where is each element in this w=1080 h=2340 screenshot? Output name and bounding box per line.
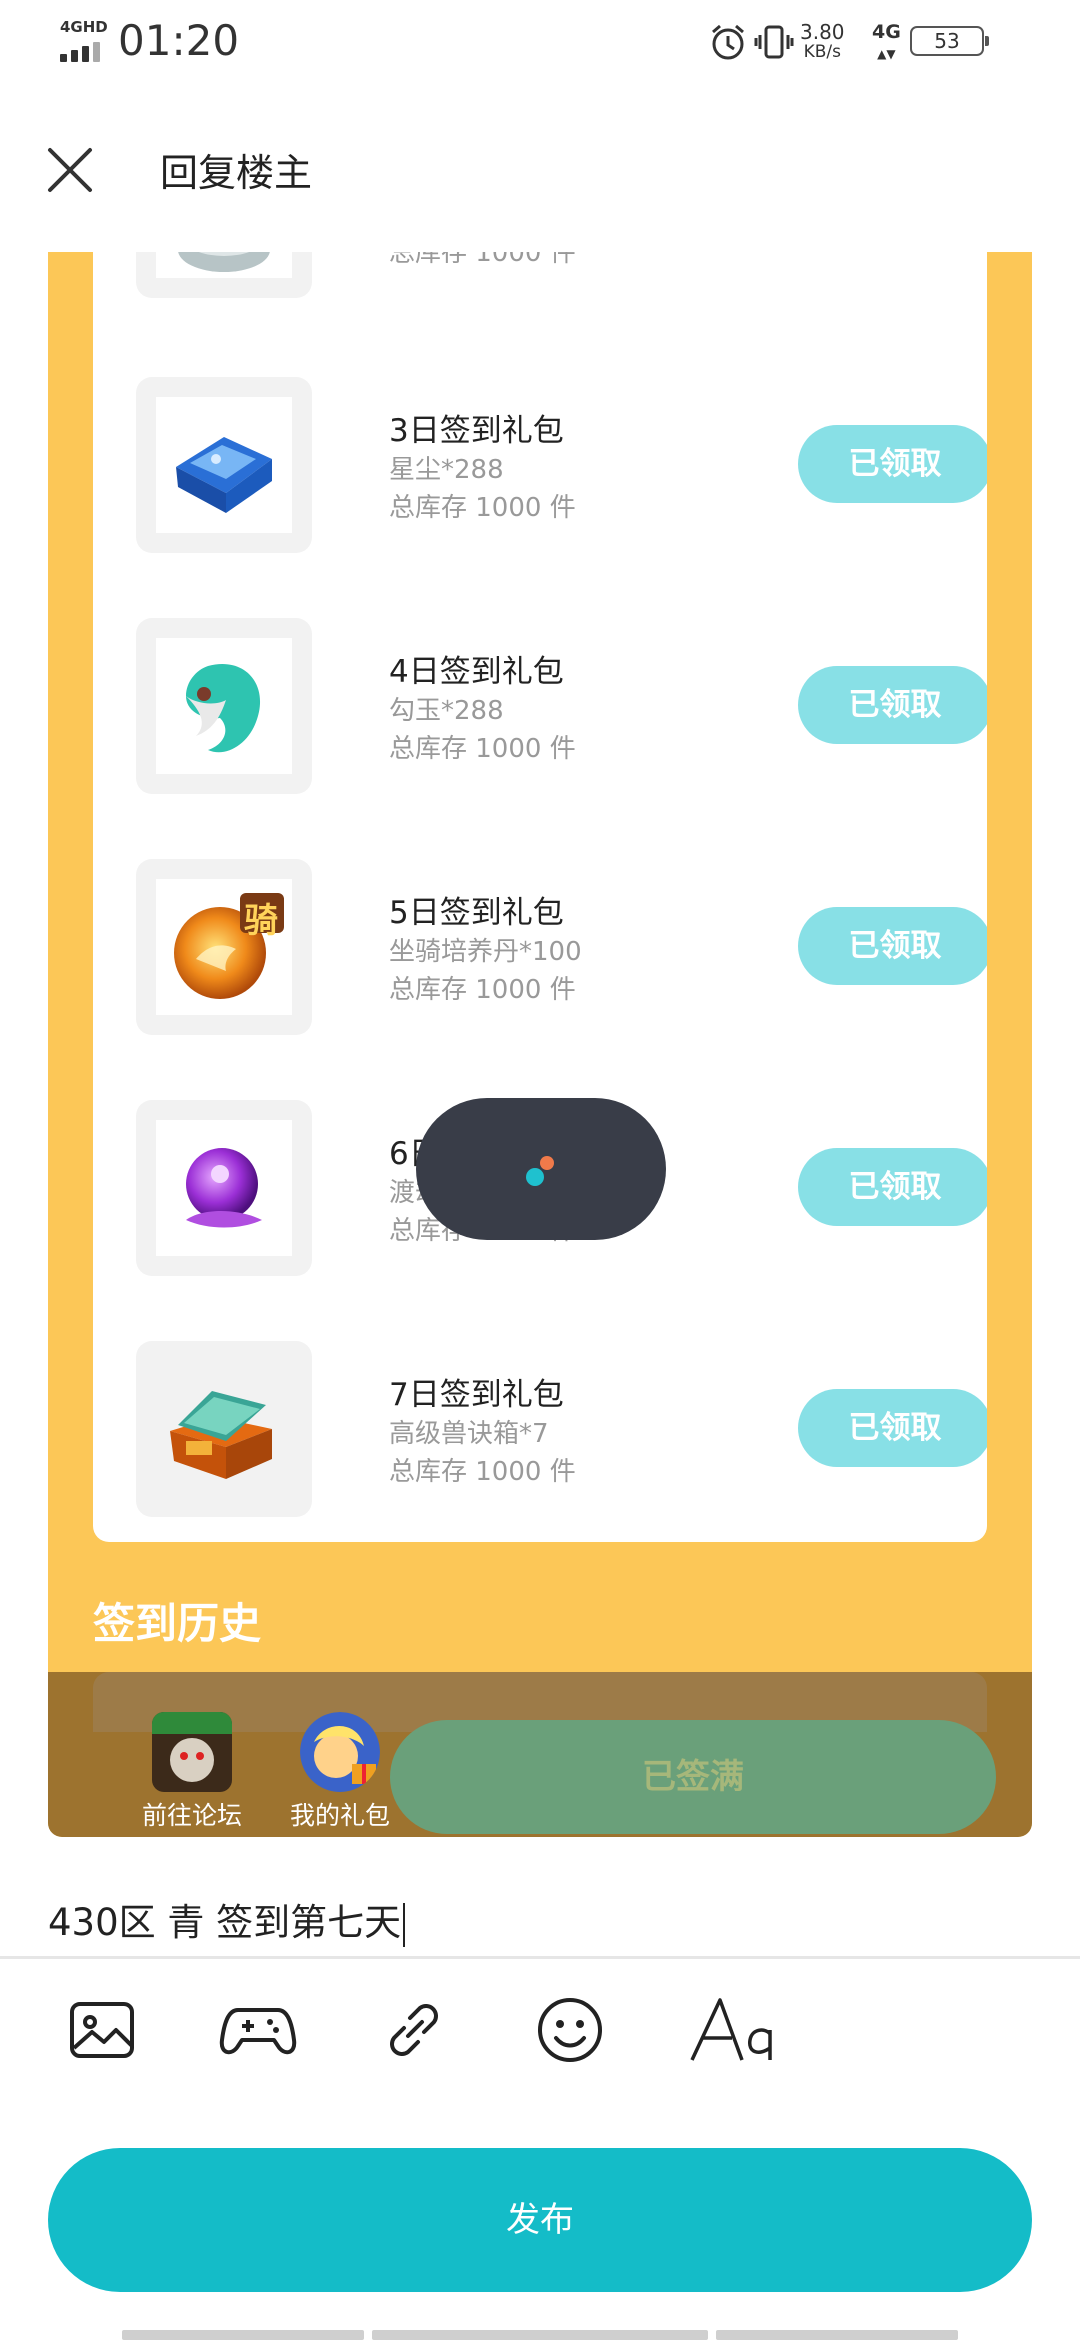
battery-level: 53 — [934, 29, 960, 53]
webview-bottom-bar: 前往论坛 我的礼包 已签满 — [48, 1672, 1032, 1837]
vibrate-icon — [754, 22, 794, 66]
gift-row: 总库存 1000 件 — [93, 252, 987, 300]
gift-stock: 总库存 1000 件 — [389, 252, 576, 268]
gift-detail: 坐骑培养丹*100 — [389, 937, 582, 967]
orange-chest-icon — [156, 1361, 292, 1497]
network-type-label: 4G — [872, 21, 901, 43]
publish-button[interactable]: 发布 — [48, 2148, 1032, 2292]
emoji-icon[interactable] — [530, 1990, 610, 2070]
network-type: 4G ▲▼ — [872, 21, 901, 61]
loading-dot-icon — [540, 1156, 554, 1170]
gift-thumbnail — [136, 377, 312, 553]
forum-shortcut[interactable]: 前往论坛 — [122, 1712, 262, 1832]
gift-thumbnail — [136, 252, 312, 298]
my-gifts-shortcut[interactable]: 我的礼包 — [270, 1712, 410, 1832]
signal-bars-icon — [60, 40, 106, 62]
status-bar: 4GHD 01:20 3.80 KB/s 4G ▲▼ 53 — [0, 0, 1080, 86]
signed-full-button[interactable]: 已签满 — [390, 1720, 996, 1834]
reply-input[interactable]: 430区 青 签到第七天 — [48, 1892, 1032, 1962]
nav-hint-bar — [122, 2330, 364, 2340]
gift-row: 4日签到礼包 勾玉*288 总库存 1000 件 已领取 — [93, 618, 987, 796]
page-title: 回复楼主 — [160, 151, 313, 195]
divider — [0, 1956, 1080, 1959]
claimed-button[interactable]: 已领取 — [798, 1148, 987, 1226]
gift-stock: 总库存 1000 件 — [389, 1457, 576, 1487]
clock: 01:20 — [118, 16, 240, 65]
embedded-webview[interactable]: 总库存 1000 件 3日签到礼包 星尘*288 总库存 1000 件 已领取 … — [48, 252, 1032, 1837]
alarm-icon — [708, 22, 748, 66]
mount-badge: 骑 — [244, 901, 278, 941]
signal-indicator: 4GHD — [58, 18, 110, 62]
loading-dot-icon — [526, 1168, 544, 1186]
gift-name: 4日签到礼包 — [389, 654, 564, 690]
claimed-button[interactable]: 已领取 — [798, 907, 987, 985]
gift-thumbnail — [136, 1341, 312, 1517]
gift-stock: 总库存 1000 件 — [389, 975, 576, 1005]
mount-pill-icon: 骑 — [156, 879, 292, 1015]
gift-stock: 总库存 1000 件 — [389, 493, 576, 523]
editor-toolbar — [0, 1990, 1080, 2070]
link-icon[interactable] — [374, 1990, 454, 2070]
gift-row: 7日签到礼包 高级兽诀箱*7 总库存 1000 件 已领取 — [93, 1341, 987, 1519]
gift-stock: 总库存 1000 件 — [389, 734, 576, 764]
image-icon[interactable] — [62, 1990, 142, 2070]
loading-indicator — [416, 1098, 666, 1240]
gift-row: 3日签到礼包 星尘*288 总库存 1000 件 已领取 — [93, 377, 987, 555]
font-style-icon[interactable] — [686, 1990, 786, 2070]
nav-hint-bar — [716, 2330, 958, 2340]
gift-detail: 高级兽诀箱*7 — [389, 1419, 549, 1449]
nav-hint-bar — [372, 2330, 708, 2340]
gift-detail: 星尘*288 — [389, 455, 504, 485]
status-icons: 3.80 KB/s 4G ▲▼ 53 — [700, 18, 1040, 68]
my-gifts-label: 我的礼包 — [289, 1801, 390, 1830]
claimed-button[interactable]: 已领取 — [798, 425, 987, 503]
gift-name: 7日签到礼包 — [389, 1377, 564, 1413]
text-caret — [403, 1902, 406, 1947]
gamepad-icon[interactable] — [218, 1990, 298, 2070]
claimed-button[interactable]: 已领取 — [798, 1389, 987, 1467]
close-icon[interactable] — [30, 130, 110, 210]
gift-name: 3日签到礼包 — [389, 413, 564, 449]
history-title: 签到历史 — [93, 1599, 262, 1648]
claimed-button[interactable]: 已领取 — [798, 666, 987, 744]
gift-name: 5日签到礼包 — [389, 895, 564, 931]
gift-thumbnail — [136, 618, 312, 794]
gift-row: 骑 5日签到礼包 坐骑培养丹*100 总库存 1000 件 已领取 — [93, 859, 987, 1037]
battery-icon: 53 — [910, 26, 989, 56]
speed-unit: KB/s — [803, 42, 841, 62]
header: 回复楼主 — [0, 100, 1080, 240]
gift-detail: 勾玉*288 — [389, 696, 504, 726]
purple-orb-icon — [156, 1120, 292, 1256]
gift-avatar-icon — [300, 1712, 380, 1792]
gift-thumbnail — [136, 1100, 312, 1276]
forum-shortcut-label: 前往论坛 — [141, 1801, 242, 1830]
gift-thumbnail: 骑 — [136, 859, 312, 1035]
gift-list-panel: 总库存 1000 件 3日签到礼包 星尘*288 总库存 1000 件 已领取 … — [93, 252, 987, 1542]
partial-item-icon — [156, 252, 292, 278]
network-speed: 3.80 KB/s — [800, 22, 845, 62]
network-label: 4GHD — [60, 18, 108, 36]
magatama-icon — [156, 638, 292, 774]
speed-value: 3.80 — [800, 20, 845, 44]
blue-chest-icon — [156, 397, 292, 533]
reply-text: 430区 青 签到第七天 — [48, 1901, 402, 1944]
forum-avatar-icon — [152, 1712, 232, 1792]
